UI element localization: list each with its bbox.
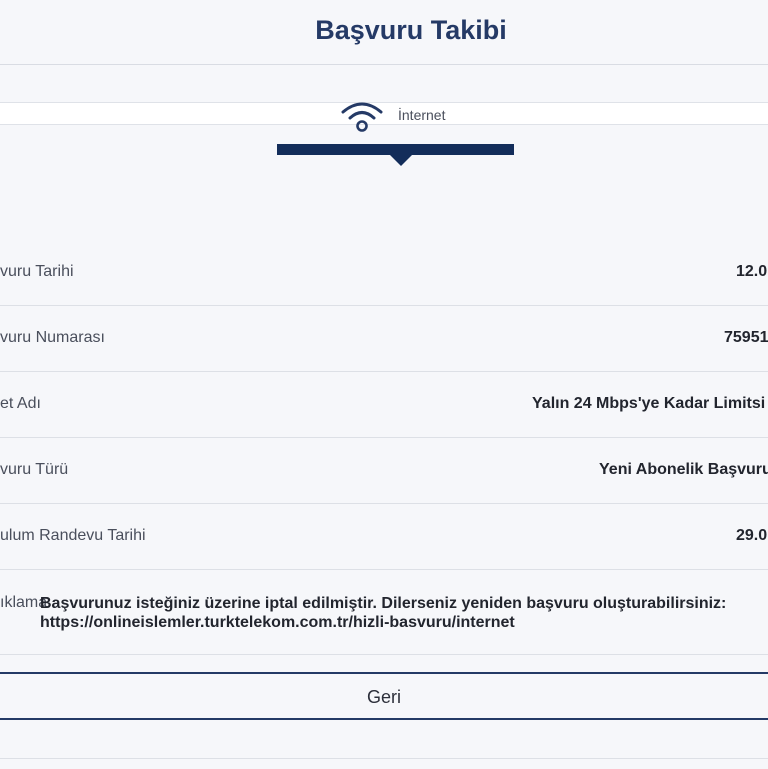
- application-number-value: 75951: [724, 329, 768, 346]
- package-name-label: et Adı: [0, 395, 41, 412]
- installation-date-label: ulum Randevu Tarihi: [0, 527, 146, 544]
- installation-date-value: 29.0: [736, 527, 768, 544]
- package-name-value: Yalın 24 Mbps'ye Kadar Limitsi: [532, 395, 766, 412]
- tab-bar: [0, 102, 768, 125]
- detail-row-installation-date: ulum Randevu Tarihi 29.0: [0, 503, 768, 570]
- detail-row-application-date: vuru Tarihi 12.0: [0, 239, 768, 306]
- application-number-label: vuru Numarası: [0, 329, 105, 346]
- detail-row-description: ıklama Başvurunuz isteğiniz üzerine ipta…: [0, 570, 768, 655]
- back-button[interactable]: Geri: [0, 672, 768, 720]
- detail-row-package-name: et Adı Yalın 24 Mbps'ye Kadar Limitsi: [0, 371, 768, 438]
- chevron-down-icon: [389, 154, 413, 166]
- detail-row-application-number: vuru Numarası 75951: [0, 305, 768, 372]
- application-type-value: Yeni Abonelik Başvuru: [599, 461, 768, 478]
- application-date-value: 12.0: [736, 263, 768, 280]
- description-value: Başvurunuz isteğiniz üzerine iptal edilm…: [40, 595, 727, 631]
- wifi-icon[interactable]: [340, 100, 384, 134]
- detail-row-application-type: vuru Türü Yeni Abonelik Başvuru: [0, 437, 768, 504]
- page-title: Başvuru Takibi: [315, 14, 507, 45]
- application-type-label: vuru Türü: [0, 461, 69, 478]
- page-header: Başvuru Takibi: [0, 0, 768, 65]
- tab-internet[interactable]: İnternet: [398, 107, 445, 123]
- application-date-label: vuru Tarihi: [0, 263, 74, 280]
- footer-divider: [0, 758, 768, 769]
